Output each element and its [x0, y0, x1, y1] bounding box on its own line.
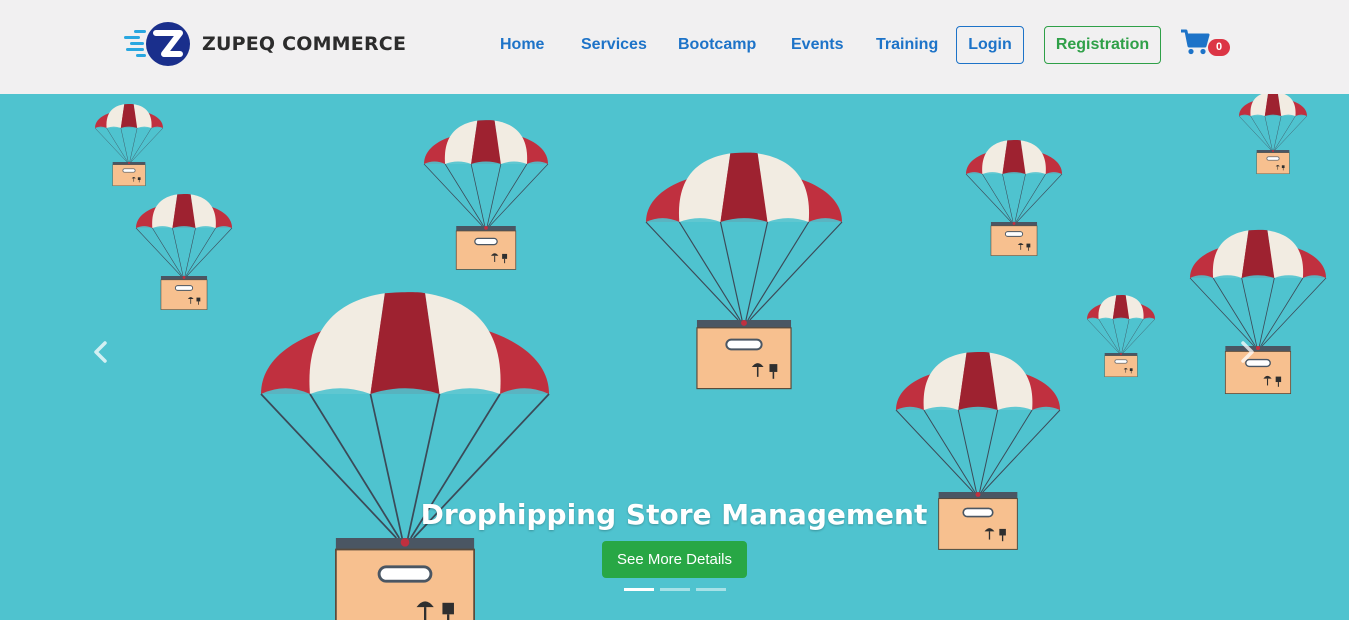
shopping-cart-icon: [1181, 29, 1210, 55]
registration-button[interactable]: Registration: [1044, 26, 1161, 64]
nav-services[interactable]: Services: [581, 36, 647, 54]
nav-home[interactable]: Home: [500, 36, 544, 54]
carousel-indicator-2[interactable]: [660, 588, 690, 591]
carousel-indicator-1[interactable]: [624, 588, 654, 591]
carousel-caption: Drophipping Store Management: [420, 498, 928, 531]
brand-link[interactable]: ZUPEQ COMMERCE: [122, 18, 406, 70]
z-logo-icon: [122, 18, 194, 70]
see-more-details-button[interactable]: See More Details: [602, 541, 747, 578]
navbar: ZUPEQ COMMERCE Home Services Bootcamp Ev…: [0, 0, 1349, 94]
chevron-right-icon: [1241, 341, 1254, 363]
hero-carousel: Drophipping Store Management See More De…: [0, 94, 1349, 620]
login-button[interactable]: Login: [956, 26, 1024, 64]
chevron-left-icon: [94, 341, 107, 363]
carousel-indicators: [624, 588, 726, 592]
brand-name: ZUPEQ COMMERCE: [202, 33, 407, 55]
carousel-indicator-3[interactable]: [696, 588, 726, 591]
nav-events[interactable]: Events: [791, 36, 843, 54]
cart-button[interactable]: 0: [1180, 28, 1232, 60]
nav-bootcamp[interactable]: Bootcamp: [678, 36, 756, 54]
carousel-prev-button[interactable]: [86, 332, 116, 372]
carousel-next-button[interactable]: [1232, 332, 1262, 372]
nav-training[interactable]: Training: [876, 36, 938, 54]
cart-count-badge: 0: [1208, 39, 1230, 56]
